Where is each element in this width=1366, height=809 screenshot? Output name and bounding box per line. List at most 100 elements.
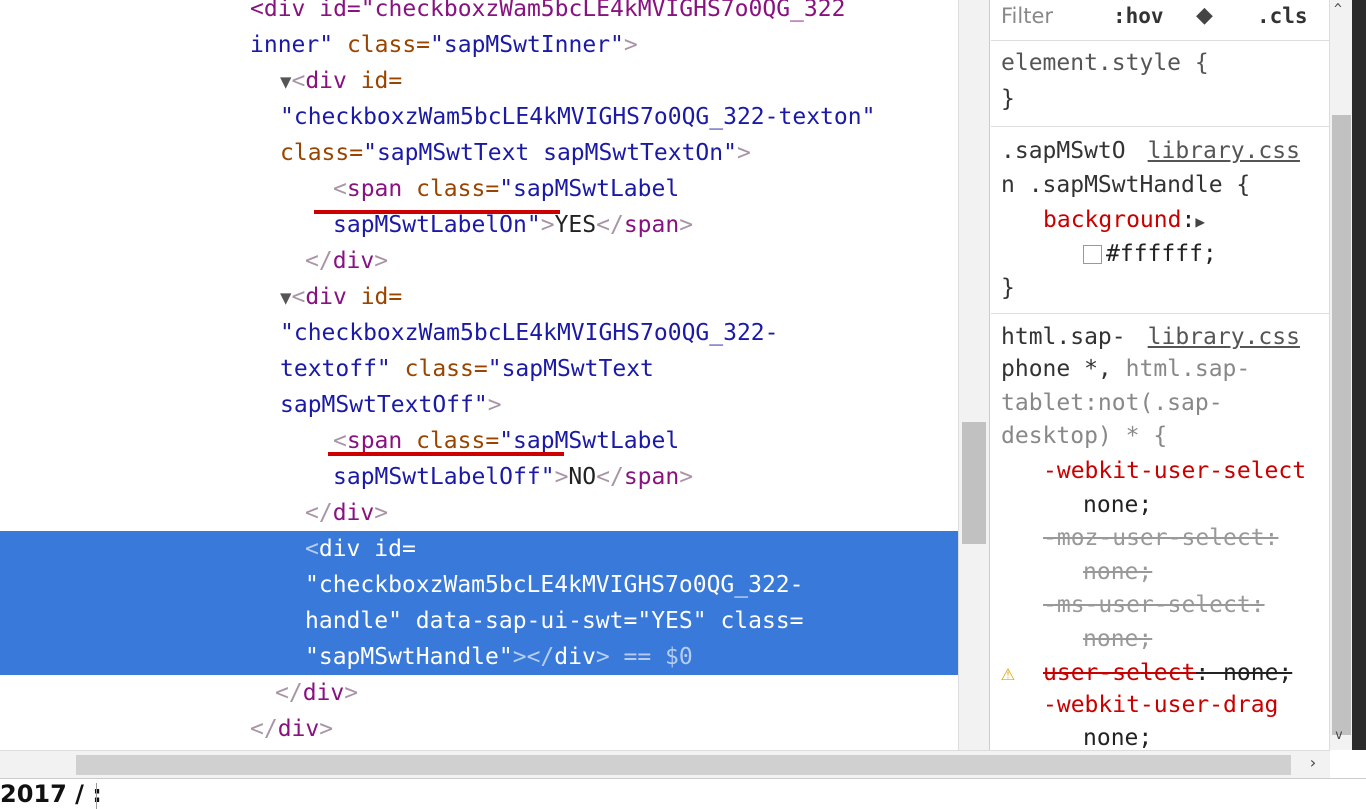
styles-filter-bar: Filter :hov ◆ .cls [991, 0, 1329, 41]
dom-token: > [319, 716, 334, 742]
dom-token: div [305, 68, 347, 94]
dom-token: < [333, 428, 347, 454]
rule-separator [991, 313, 1329, 314]
dom-node-line[interactable]: ▼<div id= [0, 63, 958, 99]
styles-scroll-thumb[interactable] [1332, 115, 1351, 735]
rule2-selector-a: html.sap- [1001, 324, 1126, 350]
elements-vertical-scrollbar[interactable] [958, 0, 990, 750]
dom-node-line[interactable]: "checkboxzWam5bcLE4kMVIGHS7o0QG_322-text… [0, 99, 958, 135]
css-property[interactable]: ⚠ user-select: none; [1001, 656, 1292, 690]
css-property-value[interactable]: none; [1083, 622, 1152, 656]
expand-triangle-icon[interactable]: ▼ [280, 71, 291, 93]
css-property-name[interactable]: user-select [1043, 660, 1195, 686]
css-property-name[interactable]: -moz-user-select: [1043, 525, 1278, 551]
rule1-source-link[interactable]: library.css [1148, 138, 1300, 164]
css-property[interactable]: -ms-user-select: [1043, 588, 1265, 622]
dom-token: "sapMSwtText [487, 356, 654, 382]
expand-triangle-icon[interactable]: ▶ [1195, 212, 1205, 231]
expand-triangle-icon[interactable]: ▼ [280, 287, 291, 309]
dom-token: span [346, 176, 403, 202]
dom-token: > [374, 500, 389, 526]
styles-panel[interactable]: Filter :hov ◆ .cls element.style { } .sa… [991, 0, 1329, 750]
color-swatch-icon[interactable] [1083, 245, 1102, 264]
dom-token: > [487, 392, 502, 418]
rule2-source-link[interactable]: library.css [1148, 324, 1300, 350]
scroll-up-icon[interactable]: ^ [1334, 2, 1342, 17]
horizontal-scrollbar[interactable]: › [0, 750, 1330, 778]
dom-node-line[interactable]: "checkboxzWam5bcLE4kMVIGHS7o0QG_322- [0, 315, 958, 351]
horizontal-scroll-thumb[interactable] [76, 755, 1291, 775]
rule2-selector-line1[interactable]: html.sap-library.css [1001, 320, 1300, 354]
css-property[interactable]: -webkit-user-select [1043, 454, 1306, 488]
dom-token: </ [596, 464, 624, 490]
dom-token: class= [402, 428, 500, 454]
css-property[interactable]: -webkit-user-drag [1043, 688, 1278, 722]
dom-node-line[interactable]: </div> [0, 711, 958, 747]
dom-token: > [554, 464, 569, 490]
rule1-prop-name[interactable]: background [1043, 207, 1181, 233]
rule2-selector-b: phone *, [1001, 356, 1112, 382]
css-property-name[interactable]: -webkit-user-select [1043, 458, 1306, 484]
elements-scroll-thumb[interactable] [962, 422, 986, 544]
rule1-selector-line1[interactable]: .sapMSwtO library.css [1001, 134, 1300, 168]
dom-node-line[interactable]: "checkboxzWam5bcLE4kMVIGHS7o0QG_322- [0, 567, 958, 603]
dom-token: </ [596, 212, 624, 238]
element-style-rule[interactable]: element.style { [1001, 46, 1209, 80]
bottom-bar: 2017 / : [0, 778, 1366, 809]
dom-token: "sapMSwtInner" [430, 32, 624, 58]
dom-token: class= [706, 608, 804, 634]
dom-token: YES [554, 212, 597, 238]
paint-bucket-icon[interactable]: ◆ [1196, 0, 1213, 32]
rule1-value[interactable]: #ffffff; [1106, 241, 1217, 267]
dom-node-line[interactable]: sapMSwtLabelOff">NO</span> [0, 459, 958, 495]
dom-node-line[interactable]: </div> [0, 495, 958, 531]
css-property-value[interactable]: none; [1083, 721, 1152, 750]
warning-icon[interactable]: ⚠ [1001, 656, 1021, 690]
dom-token: span [346, 428, 403, 454]
rule1-prop-line[interactable]: background:▶ [1043, 203, 1205, 237]
css-property-value[interactable]: : none; [1195, 660, 1292, 686]
dom-token: id= [346, 68, 403, 94]
dom-token: span [623, 464, 680, 490]
rule2-selector-d: desktop) * { [1001, 423, 1168, 449]
dom-node-line[interactable]: "sapMSwtHandle"></div> == $0 [0, 639, 958, 675]
dom-token: div [332, 500, 375, 526]
dom-token: < [291, 68, 306, 94]
dom-node-line[interactable]: </div> [0, 243, 958, 279]
filter-input[interactable]: Filter [1001, 0, 1053, 32]
element-style-close: } [1001, 86, 1015, 112]
dom-node-line[interactable]: <div id="checkboxzWam5bcLE4kMVIGHS7o0QG_… [0, 0, 958, 27]
cls-toggle[interactable]: .cls [1257, 0, 1308, 32]
dom-node-line[interactable]: inner" class="sapMSwtInner"> [0, 27, 958, 63]
rule1-close: } [1001, 275, 1015, 301]
elements-panel[interactable]: <div id="checkboxzWam5bcLE4kMVIGHS7o0QG_… [0, 0, 958, 750]
css-property-value[interactable]: none; [1083, 488, 1152, 522]
css-property-name[interactable]: -ms-user-select: [1043, 592, 1265, 618]
dom-node-line[interactable]: <div id= [0, 531, 958, 567]
dom-node-line[interactable]: </div> [0, 675, 958, 711]
css-property[interactable]: -moz-user-select: [1043, 521, 1278, 555]
css-property-value[interactable]: none; [1083, 555, 1152, 589]
dom-token: inner" [250, 32, 334, 58]
hov-toggle[interactable]: :hov [1113, 0, 1164, 32]
rule2-selector-c: tablet:not(.sap- [1001, 390, 1223, 416]
dom-token: "checkboxzWam5bcLE4kMVIGHS7o0QG_322- [305, 572, 804, 598]
dom-node-line[interactable]: sapMSwtTextOff"> [0, 387, 958, 423]
dom-token: textoff" [280, 356, 391, 382]
rule1-value-line[interactable]: #ffffff; [1083, 237, 1217, 271]
css-property-name[interactable]: -webkit-user-drag [1043, 692, 1278, 718]
dom-node-line[interactable]: ▼<div id= [0, 279, 958, 315]
dom-node-line[interactable]: handle" data-sap-ui-swt="YES" class= [0, 603, 958, 639]
dom-token: handle" [305, 608, 402, 634]
dom-node-line[interactable]: class="sapMSwtText sapMSwtTextOn"> [0, 135, 958, 171]
scroll-down-icon[interactable]: v [1335, 728, 1343, 743]
dom-node-line[interactable]: <span class="sapMSwtLabel [0, 171, 958, 207]
dom-token: > [736, 140, 751, 166]
styles-vertical-scrollbar[interactable]: ^ v [1329, 0, 1352, 750]
scroll-right-icon[interactable]: › [1308, 753, 1318, 772]
bottom-divider [96, 783, 97, 809]
dom-node-line[interactable]: textoff" class="sapMSwtText [0, 351, 958, 387]
dom-token: > [344, 680, 359, 706]
dom-token: div [302, 680, 345, 706]
dom-token: </ [305, 248, 333, 274]
